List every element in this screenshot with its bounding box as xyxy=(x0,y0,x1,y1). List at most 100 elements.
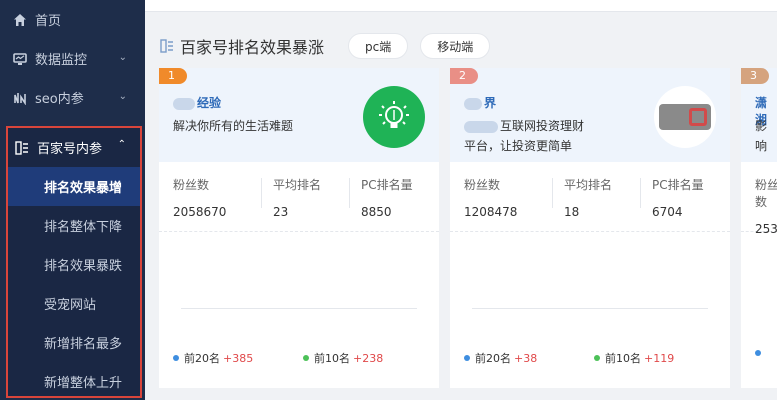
rank-badge: 3 xyxy=(741,68,769,84)
sidebar-item-baijiahao[interactable]: 百家号内参 ⌃ xyxy=(8,128,140,167)
sidebar-subitem-label: 排名效果暴跌 xyxy=(44,259,123,274)
card-header: 3 潇湘 影响 xyxy=(741,68,777,162)
stat-label: PC排名量 xyxy=(361,178,413,192)
card-footer: 前20名 +385 前10名 +238 xyxy=(173,350,433,366)
home-icon xyxy=(12,12,28,28)
blurred-name xyxy=(464,97,482,110)
sidebar-subitem-label: 新增整体上升 xyxy=(44,376,123,391)
stat-label: 粉丝数 xyxy=(173,178,210,192)
description-line: 互联网投资理财 xyxy=(500,119,585,133)
site-card[interactable]: 2 界 互联网投资理财 平台，让投资更简单 粉丝数 1208478 平均排名 1… xyxy=(450,68,730,388)
top20-label: 前20名 xyxy=(184,352,220,365)
sidebar-item-label: 数据监控 xyxy=(35,53,88,68)
seo-icon xyxy=(12,90,28,106)
site-name-text: 经验 xyxy=(197,96,222,110)
stat-value: 23 xyxy=(273,205,289,219)
stat-label: 平均排名 xyxy=(564,178,613,192)
sidebar-subitem-label: 新增排名最多 xyxy=(44,337,123,352)
stat-value: 1208478 xyxy=(464,205,518,219)
stat-value: 18 xyxy=(564,205,580,219)
top20-stat: 前20名 +385 xyxy=(173,350,303,366)
stat-value: 2058670 xyxy=(173,205,227,219)
tab-mobile[interactable]: 移动端 xyxy=(420,33,491,59)
description-line: 影响 xyxy=(755,119,768,153)
top20-dot-icon xyxy=(464,355,470,361)
rank-badge: 1 xyxy=(159,68,187,84)
section-header: 百家号排名效果暴涨 pc端 移动端 xyxy=(160,32,502,60)
sidebar-subitem-overall-rise[interactable]: 新增整体上升 xyxy=(8,362,140,400)
rank-badge: 2 xyxy=(450,68,478,84)
page-title: 百家号排名效果暴涨 xyxy=(180,38,325,57)
top20-delta: +385 xyxy=(223,351,254,365)
top10-dot-icon xyxy=(594,355,600,361)
top20-delta: +38 xyxy=(514,351,538,365)
sidebar-item-home[interactable]: 首页 xyxy=(0,0,145,39)
stat-label: 粉丝数 xyxy=(464,178,501,192)
lightbulb-logo-icon xyxy=(363,86,425,148)
stat-fans: 粉丝数 2537 xyxy=(755,176,777,236)
top10-stat: 前10名 +238 xyxy=(303,350,433,366)
top10-delta: +238 xyxy=(353,351,384,365)
top20-dot-icon xyxy=(755,350,761,356)
baijiahao-icon xyxy=(14,140,30,156)
tab-pc[interactable]: pc端 xyxy=(348,33,409,59)
stat-fans: 粉丝数 1208478 xyxy=(464,176,552,231)
chart-baseline xyxy=(181,308,417,309)
stat-label: 粉丝数 xyxy=(755,178,777,209)
sidebar-subitem-label: 排名效果暴增 xyxy=(44,181,123,196)
blurred-logo xyxy=(659,104,711,130)
blurred-name xyxy=(173,97,195,110)
card-footer xyxy=(755,350,777,356)
sidebar-item-label: 百家号内参 xyxy=(37,142,103,157)
top10-delta: +119 xyxy=(644,351,675,365)
top10-dot-icon xyxy=(303,355,309,361)
site-card[interactable]: 1 经验 解决你所有的生活难题 粉丝数 2058670 平均排名 23 PC排名… xyxy=(159,68,439,388)
site-name[interactable]: 经验 xyxy=(173,94,221,111)
sidebar-item-monitoring[interactable]: 数据监控 ⌄ xyxy=(0,39,145,78)
stat-pc-rank: PC排名量 8850 xyxy=(349,176,437,231)
chevron-up-icon: ⌃ xyxy=(117,139,126,150)
card-footer: 前20名 +38 前10名 +119 xyxy=(464,350,724,366)
top10-label: 前10名 xyxy=(314,352,350,365)
site-description: 解决你所有的生活难题 xyxy=(173,116,293,136)
description-line: 解决你所有的生活难题 xyxy=(173,119,294,133)
card-header: 1 经验 解决你所有的生活难题 xyxy=(159,68,439,162)
stat-value: 8850 xyxy=(361,205,392,219)
site-logo-icon xyxy=(654,86,716,148)
baijiahao-icon xyxy=(160,39,174,53)
card-stats: 粉丝数 2058670 平均排名 23 PC排名量 8850 xyxy=(159,162,439,232)
stat-fans: 粉丝数 2058670 xyxy=(173,176,261,231)
sidebar-subitem-favored-sites[interactable]: 受宠网站 xyxy=(8,284,140,323)
top10-label: 前10名 xyxy=(605,352,641,365)
stat-value: 6704 xyxy=(652,205,683,219)
sidebar-subitem-most-new-ranks[interactable]: 新增排名最多 xyxy=(8,323,140,362)
sidebar: 首页 数据监控 ⌄ seo内参 ⌄ 百家号内参 ⌃ 排名效果暴增 排名整体下降 … xyxy=(0,0,145,400)
sidebar-subitem-label: 受宠网站 xyxy=(44,298,97,313)
sidebar-subitem-rank-surge[interactable]: 排名效果暴增 xyxy=(8,167,140,206)
top20-dot-icon xyxy=(173,355,179,361)
stat-label: 平均排名 xyxy=(273,178,322,192)
stat-avg-rank: 平均排名 18 xyxy=(552,176,640,231)
card-stats: 粉丝数 1208478 平均排名 18 PC排名量 6704 xyxy=(450,162,730,232)
sidebar-item-label: 首页 xyxy=(35,14,62,29)
chevron-down-icon: ⌄ xyxy=(118,52,127,63)
stat-avg-rank: 平均排名 23 xyxy=(261,176,349,231)
top20-stat xyxy=(755,350,777,356)
stat-label: PC排名量 xyxy=(652,178,704,192)
site-description: 互联网投资理财 平台，让投资更简单 xyxy=(464,116,584,156)
site-name[interactable]: 界 xyxy=(464,94,496,111)
top-bar xyxy=(145,0,777,12)
stat-value: 2537 xyxy=(755,222,777,236)
stat-pc-rank: PC排名量 6704 xyxy=(640,176,728,231)
top20-label: 前20名 xyxy=(475,352,511,365)
site-description: 影响 xyxy=(755,116,777,156)
sidebar-subitem-rank-crash[interactable]: 排名效果暴跌 xyxy=(8,245,140,284)
chevron-down-icon: ⌄ xyxy=(118,91,127,102)
sidebar-subitem-label: 排名整体下降 xyxy=(44,220,123,235)
site-card[interactable]: 3 潇湘 影响 粉丝数 2537 xyxy=(741,68,777,388)
sidebar-subitem-rank-decline[interactable]: 排名整体下降 xyxy=(8,206,140,245)
sidebar-item-label: seo内参 xyxy=(35,92,84,107)
description-line: 平台，让投资更简单 xyxy=(464,139,573,153)
sidebar-item-seo[interactable]: seo内参 ⌄ xyxy=(0,78,145,117)
sidebar-group-baijiahao: 百家号内参 ⌃ 排名效果暴增 排名整体下降 排名效果暴跌 受宠网站 新增排名最多… xyxy=(6,126,142,398)
